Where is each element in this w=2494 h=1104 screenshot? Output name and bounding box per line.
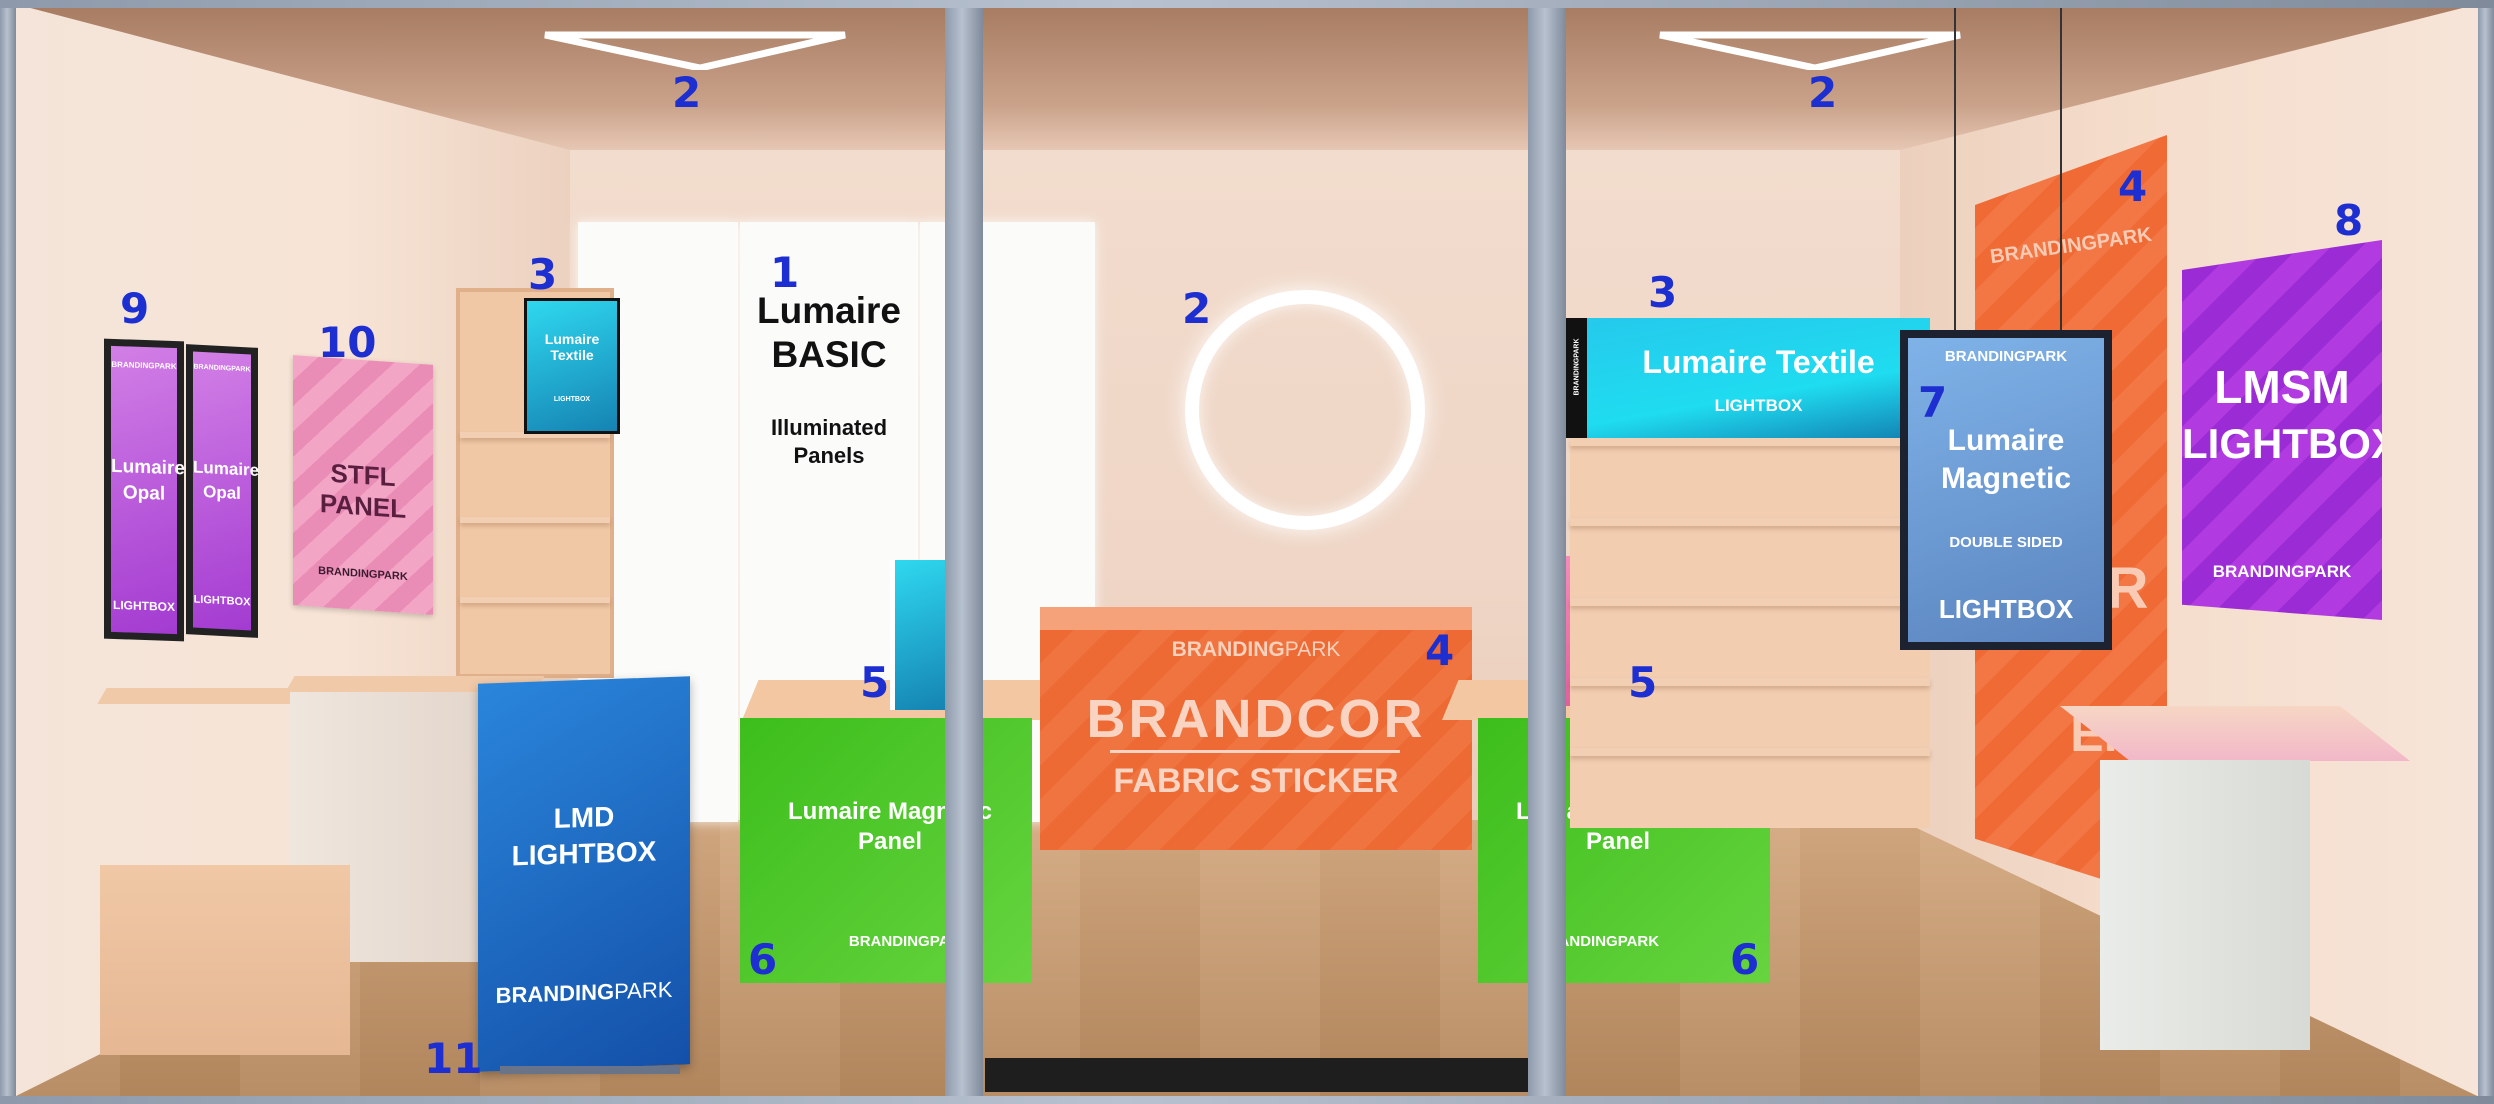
right-shelf-2 [1570,518,1930,526]
right-shelf-4 [1570,678,1930,686]
label-5-left: 5 [860,658,890,707]
hanging-cable-right [2060,0,2062,340]
ceiling-lamp-left [540,30,850,72]
ceiling-lamp-right [1655,30,1965,72]
lmd-brand: BRANDINGPARK [478,976,690,1009]
hanging-sub: DOUBLE SIDED [1949,534,2063,551]
stfl-brand: BRANDINGPARK [318,564,408,584]
lmd-line2: LIGHTBOX [511,835,657,872]
brandcor-title: BRANDCOR [1086,689,1426,749]
green-right-brand: BRANDINGPARK [1536,933,1660,950]
label-11: 11 [424,1034,483,1083]
frame-left-edge [0,0,16,1104]
green-left-line1: Lumaire Magnetic [787,798,993,825]
showroom-scene: Lumaire BASIC Illuminated Panels BRANDIN… [0,0,2494,1104]
textile-small-sub: LIGHTBOX [553,396,591,403]
label-2-ring: 2 [1182,284,1212,333]
textile-big-brand: BRANDINGPARK [1573,338,1581,396]
textile-big-box: BRANDINGPARK Lumaire Textile LIGHTBOX [1565,318,1930,438]
right-shelf-3 [1570,598,1930,606]
opal-left-line1: Lumaire [111,455,185,480]
door-mat [985,1058,1530,1092]
hanging-cable-left [1954,0,1956,340]
lmsm-line2: LIGHTBOX [2182,420,2399,467]
lmsm-lightbox: LMSM LIGHTBOX BRANDINGPARK [2182,240,2382,620]
lmd-feet [500,1066,680,1074]
hanging-brand: BRANDINGPARK [1944,348,2068,365]
label-1: 1 [770,248,800,297]
opal-frame-left: BRANDINGPARK Lumaire Opal LIGHTBOX [104,338,185,642]
ceiling-lamp-left-shape [544,31,846,72]
brandcor-brand: BRANDINGPARK [1040,638,1472,662]
basic-panel-line2: BASIC [771,334,887,375]
orange-wall-brand: BRANDINGPARK [1988,223,2154,269]
stfl-title: STFL PANEL [319,457,407,525]
left-bench [100,865,350,1055]
label-2-ceiling-left: 2 [672,68,702,117]
label-3-right: 3 [1648,268,1678,317]
frame-right-edge [2478,0,2494,1104]
left-shelf-3 [460,597,610,603]
brandcor-sub: FABRIC STICKER [1113,762,1399,800]
brandcor-brand-a: BRANDING [1171,638,1285,661]
hanging-line1: Lumaire [1947,424,2065,457]
opal-right-line2: Opal [203,482,241,503]
lmd-lightbox: LMD LIGHTBOX BRANDINGPARK [478,676,690,1072]
hanging-foot: LIGHTBOX [1938,594,2074,624]
hanging-line2: Magnetic [1940,462,2072,495]
label-4-brandcor: 4 [1425,626,1455,675]
textile-big-title: Lumaire Textile [1642,344,1875,380]
frame-pillar-center-left [945,0,983,1104]
textile-small-title: Lumaire Textile [544,331,600,363]
right-shelf-1 [1570,438,1930,446]
opal-frame-right-face: BRANDINGPARK Lumaire Opal LIGHTBOX [193,351,260,631]
stfl-panel: STFL PANEL BRANDINGPARK [293,355,433,615]
textile-small-box: Lumaire Textile LIGHTBOX [524,298,620,434]
textile-big-sub: LIGHTBOX [1714,396,1803,415]
label-9: 9 [120,284,150,333]
label-5-right: 5 [1628,658,1658,707]
label-7: 7 [1918,378,1948,427]
green-left-brand: BRANDINGPARK [848,933,972,950]
label-3-left: 3 [528,250,558,299]
lmd-brand-b: PARK [614,976,673,1004]
ring-light [1185,290,1425,530]
lmd-line1: LMD [553,800,615,835]
basic-panel-sub2: Panels [793,443,865,468]
opal-right-line1: Lumaire [193,457,260,480]
opal-left-brand: BRANDINGPARK [111,359,177,372]
brandcor-brand-b: PARK [1284,638,1341,661]
label-2-ceiling-right: 2 [1808,68,1838,117]
opal-right-foot: LIGHTBOX [193,593,251,609]
green-left-line2: Panel [857,828,923,855]
opal-left-foot: LIGHTBOX [113,597,175,615]
brandcor-desk: BRANDINGPARK BRANDCOR FABRIC STICKER [1040,630,1472,850]
frame-top-bar [0,0,2494,8]
lmsm-line1: LMSM [2214,361,2350,413]
label-10: 10 [318,318,377,367]
left-shelf-2 [460,517,610,523]
green-right-line2: Panel [1585,828,1651,855]
right-shelf-5 [1570,748,1930,756]
green-counter-left: Lumaire Magnetic Panel BRANDINGPARK [740,718,1032,983]
opal-frame-right: BRANDINGPARK Lumaire Opal LIGHTBOX [186,344,260,638]
lmd-brand-a: BRANDING [495,978,615,1009]
label-6-left: 6 [748,935,778,984]
opal-left-line2: Opal [122,482,166,505]
basic-panel-sub1: Illuminated [770,415,888,440]
frame-pillar-center-right [1528,0,1566,1104]
basic-panel-line1: Lumaire [757,290,901,331]
frame-bottom-bar [0,1096,2494,1104]
green-counter-left-display [890,560,947,710]
label-6-right: 6 [1730,935,1760,984]
opal-frame-left-face: BRANDINGPARK Lumaire Opal LIGHTBOX [111,345,185,635]
label-8: 8 [2334,196,2364,245]
ceiling-lamp-right-shape [1659,31,1961,72]
brandcor-divider [1110,750,1400,753]
opal-right-brand: BRANDINGPARK [193,363,251,374]
label-4-orange-wall: 4 [2118,162,2148,211]
lmsm-brand: BRANDINGPARK [2212,562,2352,581]
right-wall-desk-body [2100,760,2310,1050]
